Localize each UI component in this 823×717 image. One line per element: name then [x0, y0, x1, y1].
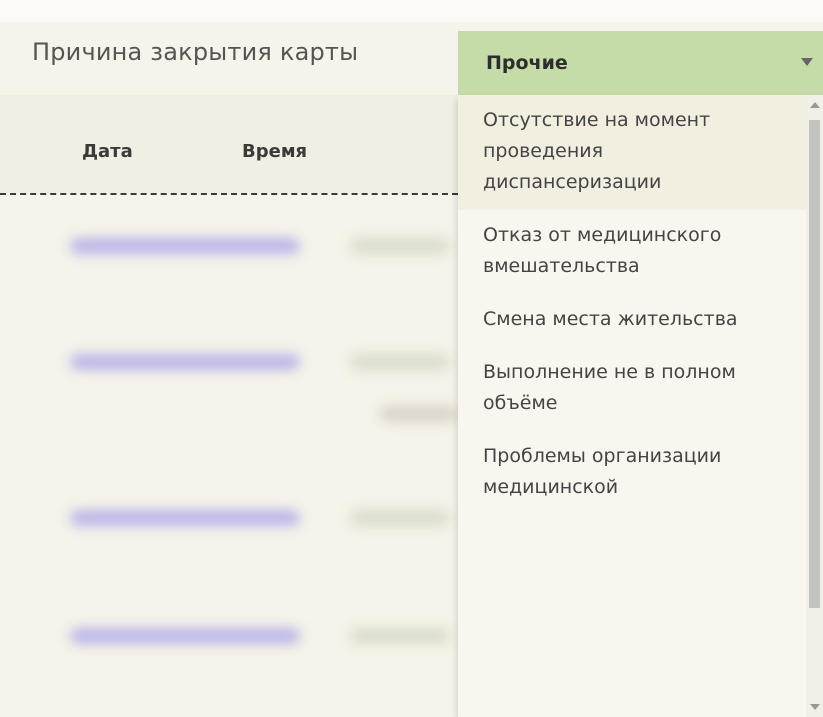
dropdown-option[interactable]: Выполнение не в полном объёме — [458, 347, 823, 431]
close-reason-selected-value: Прочие — [486, 52, 568, 74]
dropdown-option[interactable]: Отсутствие на момент проведения диспансе… — [458, 95, 823, 210]
blurred-date-cell — [70, 628, 300, 644]
column-header-date[interactable]: Дата — [82, 141, 133, 162]
dropdown-scrollbar[interactable] — [806, 95, 823, 717]
scroll-up-arrow-icon[interactable] — [810, 102, 820, 108]
scrollbar-thumb[interactable] — [809, 120, 820, 608]
header-divider — [0, 193, 458, 195]
scroll-down-arrow-icon[interactable] — [810, 704, 820, 710]
close-reason-dropdown-list[interactable]: Отсутствие на момент проведения диспансе… — [458, 95, 823, 717]
dropdown-option[interactable]: Проблемы организации медицинской — [458, 431, 823, 515]
close-reason-select[interactable]: Прочие — [458, 31, 823, 95]
column-header-time[interactable]: Время — [242, 141, 307, 162]
blurred-date-cell — [70, 510, 300, 526]
blurred-time-cell — [350, 510, 450, 526]
close-reason-label: Причина закрытия карты — [32, 38, 359, 66]
dropdown-option[interactable]: Смена места жительства — [458, 294, 823, 347]
app-frame: Причина закрытия карты Прочие Дата Время… — [0, 0, 823, 717]
blurred-cell — [380, 406, 458, 422]
blurred-time-cell — [350, 238, 450, 254]
blurred-date-cell — [70, 354, 300, 370]
dropdown-option[interactable]: Отказ от медицинского вмешательства — [458, 210, 823, 294]
table-body — [0, 196, 458, 717]
blurred-date-cell — [70, 238, 300, 254]
table-header: Дата Время — [0, 95, 458, 193]
blurred-time-cell — [350, 354, 450, 370]
blurred-time-cell — [350, 628, 450, 644]
top-strip — [0, 0, 823, 22]
chevron-down-icon[interactable] — [801, 58, 813, 66]
